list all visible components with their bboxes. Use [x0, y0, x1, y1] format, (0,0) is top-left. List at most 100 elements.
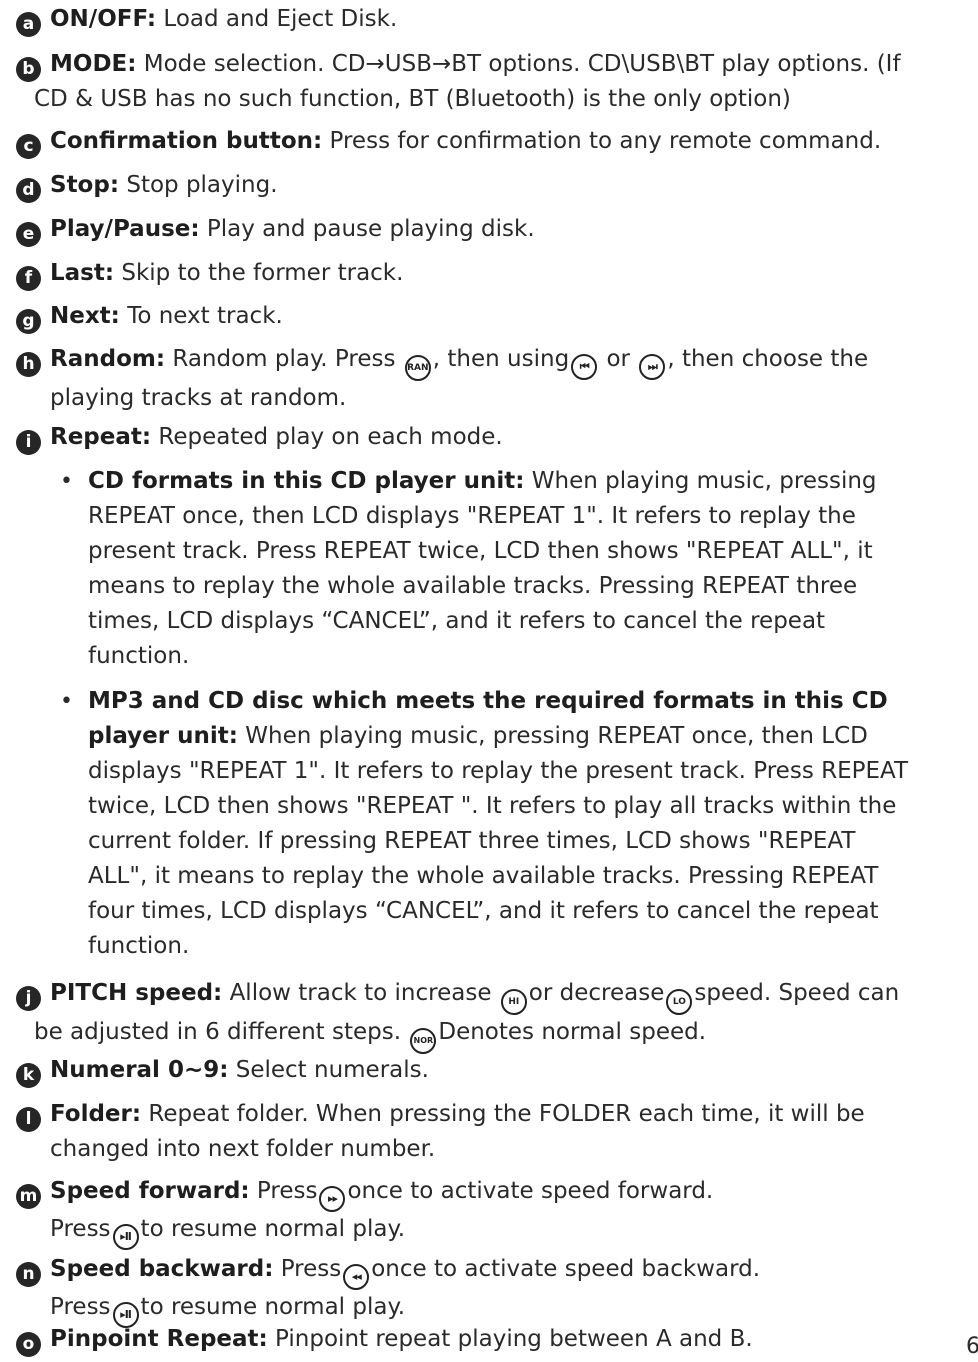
- badge-b: b: [16, 57, 41, 82]
- skip-forward-icon: ⏭: [639, 354, 666, 380]
- item-label: Next:: [50, 303, 120, 329]
- badge-i: i: [16, 430, 41, 455]
- bullet-label: player unit:: [88, 723, 238, 749]
- bullet-line: function.: [88, 643, 190, 669]
- item-label: Folder:: [50, 1101, 142, 1127]
- bullet-dot: •: [60, 469, 73, 494]
- item-speed-forward: m Speed forward: Press ▸▸ once to activate …: [16, 1174, 974, 1250]
- item-text: Press: [273, 1256, 342, 1282]
- item-text-cont: Denotes normal speed.: [438, 1019, 707, 1045]
- badge-o: o: [16, 1332, 41, 1357]
- item-text: once to activate speed backward.: [371, 1256, 761, 1282]
- badge-n: n: [16, 1262, 41, 1287]
- item-label: Repeat:: [50, 424, 152, 450]
- badge-e: e: [16, 222, 41, 247]
- item-text: Repeat folder. When pressing the FOLDER …: [141, 1101, 865, 1127]
- random-icon: RAN: [404, 355, 431, 381]
- bullet-line: means to replay the whole available trac…: [88, 573, 858, 599]
- item-text: Press for confirmation to any remote com…: [322, 128, 882, 154]
- item-text: Press: [249, 1178, 318, 1204]
- item-text-cont: be adjusted in 6 different steps.: [34, 1019, 409, 1045]
- item-text: once to activate speed forward.: [347, 1178, 714, 1204]
- bullet-label: CD formats in this CD player unit:: [88, 468, 525, 494]
- item-label: Numeral 0~9:: [50, 1057, 229, 1083]
- badge-m: m: [16, 1184, 41, 1209]
- item-text: Load and Eject Disk.: [156, 6, 398, 32]
- item-text: Pinpoint repeat playing between A and B.: [267, 1326, 753, 1352]
- manual-page: { "items": [ {"letter":"a","label":"ON/O…: [0, 0, 978, 1362]
- item-text: or decrease: [528, 980, 665, 1006]
- bullet-line: present track. Press REPEAT twice, LCD t…: [88, 538, 873, 564]
- item-label: Stop:: [50, 172, 120, 198]
- badge-a: a: [16, 12, 41, 37]
- bullet-line: twice, LCD then shows "REPEAT ". It refe…: [88, 793, 897, 819]
- item-text: , then choose the: [667, 346, 869, 372]
- item-text: Mode selection. CD→USB→BT options. CD\US…: [136, 51, 901, 77]
- bullet-line: function.: [88, 933, 190, 959]
- item-label: Confirmation button:: [50, 128, 323, 154]
- bullet-mp3-formats: • MP3 and CD disc which meets the requir…: [60, 684, 974, 964]
- item-label: Speed backward:: [50, 1256, 274, 1282]
- page-number: 6: [966, 1334, 978, 1359]
- item-text: Play and pause playing disk.: [199, 216, 535, 242]
- item-confirmation: c Confirmation button: Press for confirma…: [16, 124, 974, 159]
- badge-f: f: [16, 266, 41, 291]
- item-stop: d Stop: Stop playing.: [16, 168, 974, 203]
- item-text: speed. Speed can: [694, 980, 900, 1006]
- item-last: f Last: Skip to the former track.: [16, 256, 974, 291]
- bullet-label: MP3 and CD disc which meets the required…: [88, 688, 888, 714]
- item-label: MODE:: [50, 51, 137, 77]
- item-label: Last:: [50, 260, 115, 286]
- badge-g: g: [16, 309, 41, 334]
- item-text-cont: playing tracks at random.: [50, 385, 347, 411]
- bullet-dot: •: [60, 689, 73, 714]
- bullet-line: When playing music, pressing: [524, 468, 877, 494]
- bullet-line: displays "REPEAT 1". It refers to replay…: [88, 758, 909, 784]
- badge-k: k: [16, 1063, 41, 1088]
- item-folder: l Folder: Repeat folder. When pressing th…: [16, 1097, 974, 1167]
- bullet-line: current folder. If pressing REPEAT three…: [88, 828, 856, 854]
- item-next: g Next: To next track.: [16, 299, 974, 334]
- bullet-line: four times, LCD displays “CANCEL”, and i…: [88, 898, 879, 924]
- item-text-cont: to resume normal play.: [140, 1216, 406, 1242]
- fast-forward-icon: ▸▸: [319, 1186, 346, 1212]
- item-label: Speed forward:: [50, 1178, 250, 1204]
- item-on-off: a ON/OFF: Load and Eject Disk.: [16, 2, 974, 37]
- item-label: PITCH speed:: [50, 980, 223, 1006]
- item-numeral: k Numeral 0~9: Select numerals.: [16, 1053, 974, 1088]
- item-label: ON/OFF:: [50, 6, 157, 32]
- item-text: , then using: [432, 346, 570, 372]
- item-text-cont: to resume normal play.: [140, 1294, 406, 1320]
- play-pause-icon: ▸II: [112, 1224, 139, 1250]
- item-mode: b MODE: Mode selection. CD→USB→BT options…: [16, 47, 974, 117]
- bullet-line: When playing music, pressing REPEAT once…: [237, 723, 868, 749]
- item-text: Random play. Press: [165, 346, 403, 372]
- item-repeat: i Repeat: Repeated play on each mode.: [16, 420, 974, 455]
- item-text: Skip to the former track.: [114, 260, 404, 286]
- item-pinpoint-repeat: o Pinpoint Repeat: Pinpoint repeat playin…: [16, 1322, 974, 1357]
- pitch-normal-icon: NOR: [410, 1028, 437, 1054]
- pitch-low-icon: LO: [666, 989, 693, 1015]
- item-pitch-speed: j PITCH speed: Allow track to increase HI…: [16, 976, 974, 1054]
- item-text: To next track.: [119, 303, 283, 329]
- item-play-pause: e Play/Pause: Play and pause playing disk…: [16, 212, 974, 247]
- item-text-cont: CD & USB has no such function, BT (Bluet…: [34, 86, 791, 112]
- item-text-cont: changed into next folder number.: [50, 1136, 436, 1162]
- bullet-line: times, LCD displays “CANCEL”, and it ref…: [88, 608, 826, 634]
- item-text: Allow track to increase: [222, 980, 499, 1006]
- item-text: or: [599, 346, 638, 372]
- item-label: Play/Pause:: [50, 216, 200, 242]
- item-text-cont: Press: [50, 1294, 111, 1320]
- bullet-cd-formats: • CD formats in this CD player unit: Whe…: [60, 464, 974, 674]
- badge-j: j: [16, 986, 41, 1011]
- badge-h: h: [16, 352, 41, 377]
- bullet-line: ALL", it means to replay the whole avail…: [88, 863, 879, 889]
- item-text-cont: Press: [50, 1216, 111, 1242]
- bullet-line: REPEAT once, then LCD displays "REPEAT 1…: [88, 503, 856, 529]
- item-random: h Random: Random play. Press RAN, then us…: [16, 342, 974, 416]
- item-speed-backward: n Speed backward: Press ◂◂ once to activate…: [16, 1252, 974, 1328]
- skip-back-icon: ⏮: [571, 354, 598, 380]
- item-text: Select numerals.: [228, 1057, 429, 1083]
- rewind-icon: ◂◂: [343, 1264, 370, 1290]
- item-label: Pinpoint Repeat:: [50, 1326, 268, 1352]
